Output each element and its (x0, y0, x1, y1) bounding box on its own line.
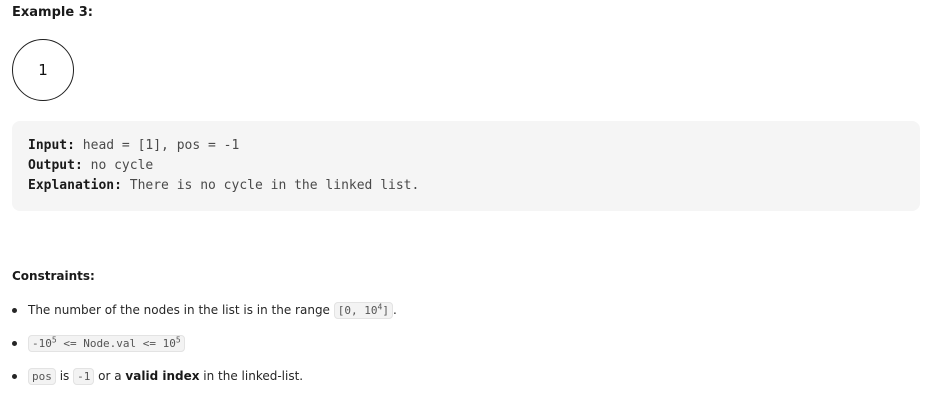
code-text: -10 (32, 337, 52, 350)
input-label: Input: (28, 138, 75, 153)
code-text: ] (382, 304, 389, 317)
code-text: [0, 10 (337, 304, 378, 317)
explanation-label: Explanation: (28, 178, 122, 193)
inline-code: -1 (73, 368, 95, 385)
output-label: Output: (28, 158, 83, 173)
bullet-icon (12, 374, 17, 379)
input-line: Input: head = [1], pos = -1 (28, 136, 904, 156)
code-text: <= Node.val <= 10 (56, 337, 176, 350)
constraint-item: The number of the nodes in the list is i… (12, 300, 397, 320)
constraint-text: . (392, 303, 397, 317)
bullet-icon (12, 308, 17, 313)
bold-text: valid index (125, 369, 200, 383)
explanation-line: Explanation: There is no cycle in the li… (28, 176, 904, 196)
list-node: 1 (12, 39, 74, 101)
constraints-heading: Constraints: (12, 269, 95, 283)
input-value: head = [1], pos = -1 (74, 138, 240, 153)
constraint-text: in the linked-list. (199, 369, 304, 383)
bullet-icon (12, 341, 17, 346)
inline-code: pos (28, 368, 56, 385)
explanation-value: There is no cycle in the linked list. (121, 178, 420, 193)
code-exponent: 5 (175, 335, 181, 345)
example-heading: Example 3: (12, 5, 93, 20)
example-block: Input: head = [1], pos = -1 Output: no c… (12, 121, 920, 211)
constraint-item: pos is -1 or a valid index in the linked… (12, 366, 397, 386)
constraints-list: The number of the nodes in the list is i… (12, 300, 397, 399)
constraint-text: or a (94, 369, 126, 383)
inline-code: -105 <= Node.val <= 105 (28, 335, 185, 352)
inline-code: [0, 104] (333, 302, 393, 319)
output-line: Output: no cycle (28, 156, 904, 176)
constraint-item: -105 <= Node.val <= 105 (12, 333, 397, 353)
constraint-text: is (55, 369, 74, 383)
output-value: no cycle (82, 158, 154, 173)
constraint-text: The number of the nodes in the list is i… (28, 303, 334, 317)
node-value: 1 (38, 61, 48, 79)
